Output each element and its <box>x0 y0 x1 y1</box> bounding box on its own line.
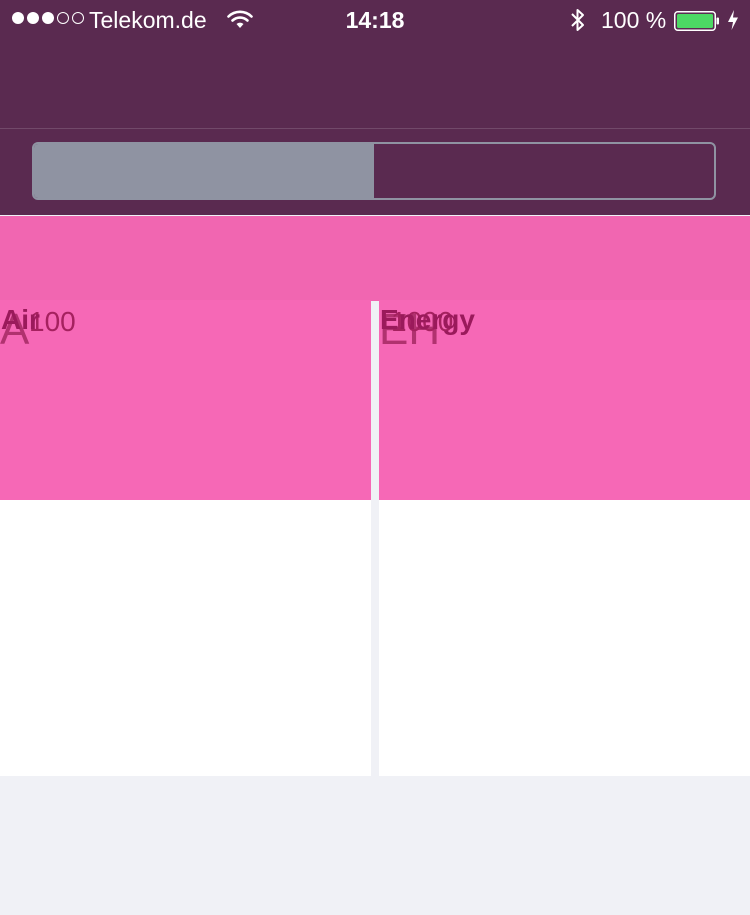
bluetooth-icon <box>570 7 586 39</box>
segment-second[interactable] <box>374 144 714 198</box>
navbar-divider <box>0 128 750 129</box>
header: Telekom.de 14:18 100 % <box>0 0 750 215</box>
segmented-control <box>32 142 716 200</box>
tile-label: Air <box>1 304 40 335</box>
status-bar: Telekom.de 14:18 100 % <box>0 0 750 40</box>
tile-energy[interactable]: EH 1000 Energy <box>379 300 750 776</box>
tile-label: Energy <box>380 304 475 335</box>
segment-first[interactable] <box>34 144 374 198</box>
battery-icon <box>674 10 719 31</box>
tile-air[interactable]: A 100 Air <box>0 300 371 776</box>
charging-bolt-icon <box>727 9 739 37</box>
battery-percentage: 100 % <box>601 7 667 33</box>
pink-banner <box>0 216 750 301</box>
